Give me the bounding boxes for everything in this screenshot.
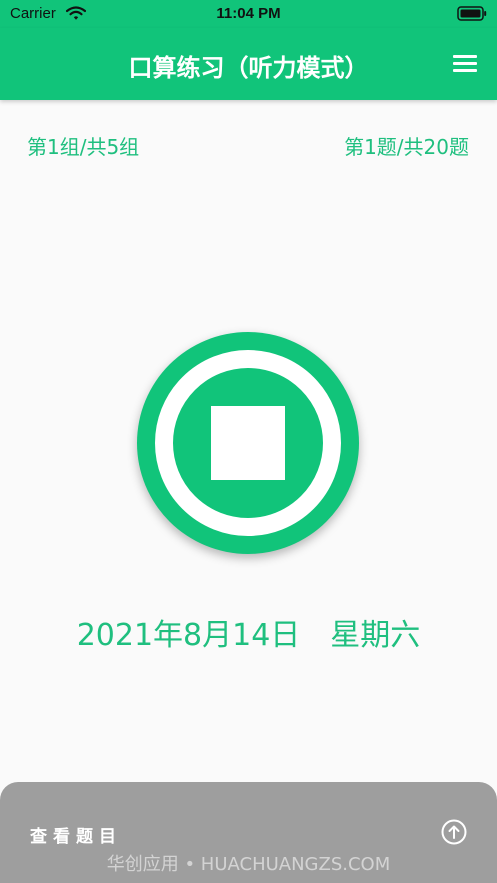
view-questions-label: 查看题目: [30, 827, 122, 847]
date-label: 2021年8月14日 星期六: [76, 618, 421, 653]
stop-icon: [211, 406, 285, 480]
question-counter: 第1题/共20题: [344, 135, 469, 159]
group-counter: 第1组/共5组: [27, 135, 140, 159]
watermark-text: 华创应用 • HUACHUANGZS.COM: [106, 854, 391, 875]
question-panel[interactable]: 查看题目 华创应用 • HUACHUANGZS.COM: [0, 782, 497, 883]
nav-bar: 口算练习（听力模式）: [0, 28, 497, 100]
stop-button[interactable]: [137, 332, 359, 554]
status-bar: Carrier 11:04 PM: [0, 0, 497, 28]
menu-icon[interactable]: [451, 52, 479, 76]
status-time: 11:04 PM: [216, 5, 281, 22]
battery-icon: [457, 6, 487, 25]
arrow-up-circle-icon[interactable]: [441, 819, 467, 845]
page-title: 口算练习（听力模式）: [128, 54, 369, 82]
